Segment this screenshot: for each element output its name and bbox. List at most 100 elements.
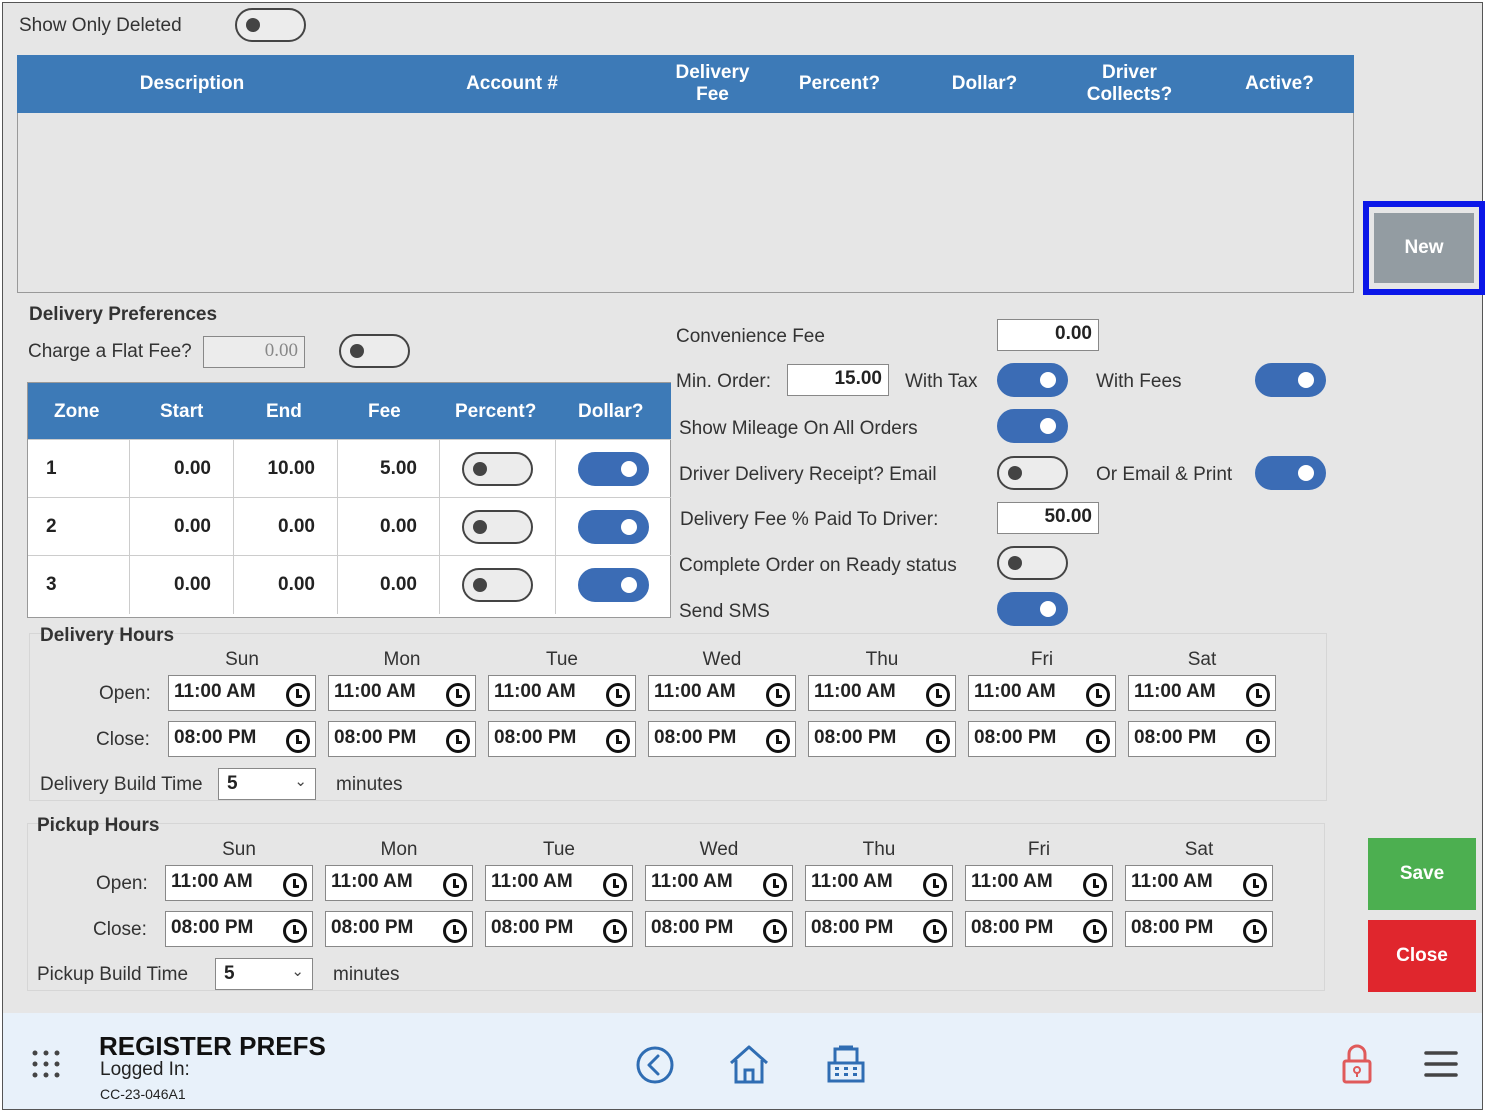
clock-icon[interactable] [446,729,470,753]
zone-dollar-toggle[interactable] [578,510,649,544]
clock-icon[interactable] [763,919,787,943]
zone-percent-toggle[interactable] [462,510,533,544]
menu-icon[interactable] [1423,1049,1459,1079]
pickup-open-time[interactable]: 11:00 AM [805,865,953,901]
main-table-body[interactable] [17,113,1354,293]
save-button[interactable]: Save [1368,838,1476,910]
delivery-open-time[interactable]: 11:00 AM [1128,675,1276,711]
delivery-close-time[interactable]: 08:00 PM [488,721,636,757]
clock-icon[interactable] [606,683,630,707]
delivery-close-time[interactable]: 08:00 PM [1128,721,1276,757]
pickup-open-time[interactable]: 11:00 AM [485,865,633,901]
or-email-print-toggle[interactable] [1255,456,1326,490]
zone-fee[interactable]: 5.00 [338,440,440,498]
clock-icon[interactable] [1083,919,1107,943]
pickup-close-time[interactable]: 08:00 PM [805,911,953,947]
clock-icon[interactable] [926,729,950,753]
pickup-close-time[interactable]: 08:00 PM [325,911,473,947]
clock-icon[interactable] [1083,873,1107,897]
lock-icon[interactable] [1341,1043,1373,1085]
pickup-open-time[interactable]: 11:00 AM [645,865,793,901]
pickup-open-time[interactable]: 11:00 AM [1125,865,1273,901]
pickup-close-time[interactable]: 08:00 PM [965,911,1113,947]
delivery-open-time[interactable]: 11:00 AM [168,675,316,711]
clock-icon[interactable] [1246,729,1270,753]
show-mileage-toggle[interactable] [997,409,1068,443]
clock-icon[interactable] [443,873,467,897]
clock-icon[interactable] [606,729,630,753]
back-arrow-icon[interactable] [635,1045,675,1085]
pickup-open-time[interactable]: 11:00 AM [965,865,1113,901]
delivery-open-time[interactable]: 11:00 AM [488,675,636,711]
clock-icon[interactable] [1086,683,1110,707]
zone-percent-toggle[interactable] [462,568,533,602]
pickup-open-time[interactable]: 11:00 AM [325,865,473,901]
col-driver-collects[interactable]: Driver Collects? [1072,55,1187,113]
col-percent[interactable]: Percent? [787,55,892,113]
complete-on-ready-toggle[interactable] [997,546,1068,580]
delivery-close-time[interactable]: 08:00 PM [168,721,316,757]
register-icon[interactable] [825,1043,867,1085]
zone-dollar-toggle[interactable] [578,452,649,486]
pickup-close-time[interactable]: 08:00 PM [1125,911,1273,947]
pickup-open-time[interactable]: 11:00 AM [165,865,313,901]
pickup-close-time[interactable]: 08:00 PM [485,911,633,947]
delivery-close-time[interactable]: 08:00 PM [808,721,956,757]
zone-start[interactable]: 0.00 [130,556,234,614]
convenience-fee-input[interactable]: 0.00 [997,319,1099,351]
new-button[interactable]: New [1374,213,1474,283]
flat-fee-input[interactable]: 0.00 [203,336,305,368]
table-row[interactable]: 2 0.00 0.00 0.00 [28,497,671,556]
fee-pct-driver-input[interactable]: 50.00 [997,502,1099,534]
table-row[interactable]: 1 0.00 10.00 5.00 [28,439,671,498]
zone-end[interactable]: 0.00 [234,498,338,556]
min-order-input[interactable]: 15.00 [787,364,889,396]
zone-percent-toggle[interactable] [462,452,533,486]
delivery-build-time-select[interactable]: 5 ⌄ [218,768,316,800]
clock-icon[interactable] [603,919,627,943]
clock-icon[interactable] [766,683,790,707]
clock-icon[interactable] [1243,873,1267,897]
zone-end[interactable]: 0.00 [234,556,338,614]
clock-icon[interactable] [926,683,950,707]
clock-icon[interactable] [763,873,787,897]
clock-icon[interactable] [1246,683,1270,707]
delivery-close-time[interactable]: 08:00 PM [648,721,796,757]
with-tax-toggle[interactable] [997,363,1068,397]
col-active[interactable]: Active? [1227,55,1332,113]
clock-icon[interactable] [286,729,310,753]
delivery-open-time[interactable]: 11:00 AM [808,675,956,711]
with-fees-toggle[interactable] [1255,363,1326,397]
clock-icon[interactable] [283,873,307,897]
driver-receipt-email-toggle[interactable] [997,456,1068,490]
zone-start[interactable]: 0.00 [130,498,234,556]
clock-icon[interactable] [1086,729,1110,753]
delivery-close-time[interactable]: 08:00 PM [328,721,476,757]
zone-dollar-toggle[interactable] [578,568,649,602]
delivery-open-time[interactable]: 11:00 AM [328,675,476,711]
delivery-close-time[interactable]: 08:00 PM [968,721,1116,757]
col-dollar[interactable]: Dollar? [937,55,1032,113]
clock-icon[interactable] [286,683,310,707]
clock-icon[interactable] [446,683,470,707]
zone-start[interactable]: 0.00 [130,440,234,498]
pickup-close-time[interactable]: 08:00 PM [165,911,313,947]
col-description[interactable]: Description [17,55,367,113]
col-account[interactable]: Account # [437,55,587,113]
pickup-close-time[interactable]: 08:00 PM [645,911,793,947]
apps-grid-icon[interactable] [31,1049,61,1079]
clock-icon[interactable] [603,873,627,897]
show-only-deleted-toggle[interactable] [235,8,306,42]
table-row[interactable]: 3 0.00 0.00 0.00 [28,555,671,614]
clock-icon[interactable] [923,919,947,943]
delivery-open-time[interactable]: 11:00 AM [648,675,796,711]
close-button[interactable]: Close [1368,920,1476,992]
pickup-build-time-select[interactable]: 5 ⌄ [215,958,313,990]
zone-fee[interactable]: 0.00 [338,556,440,614]
clock-icon[interactable] [283,919,307,943]
clock-icon[interactable] [923,873,947,897]
zone-fee[interactable]: 0.00 [338,498,440,556]
clock-icon[interactable] [766,729,790,753]
col-delivery-fee[interactable]: Delivery Fee [665,55,760,113]
home-icon[interactable] [727,1043,771,1085]
